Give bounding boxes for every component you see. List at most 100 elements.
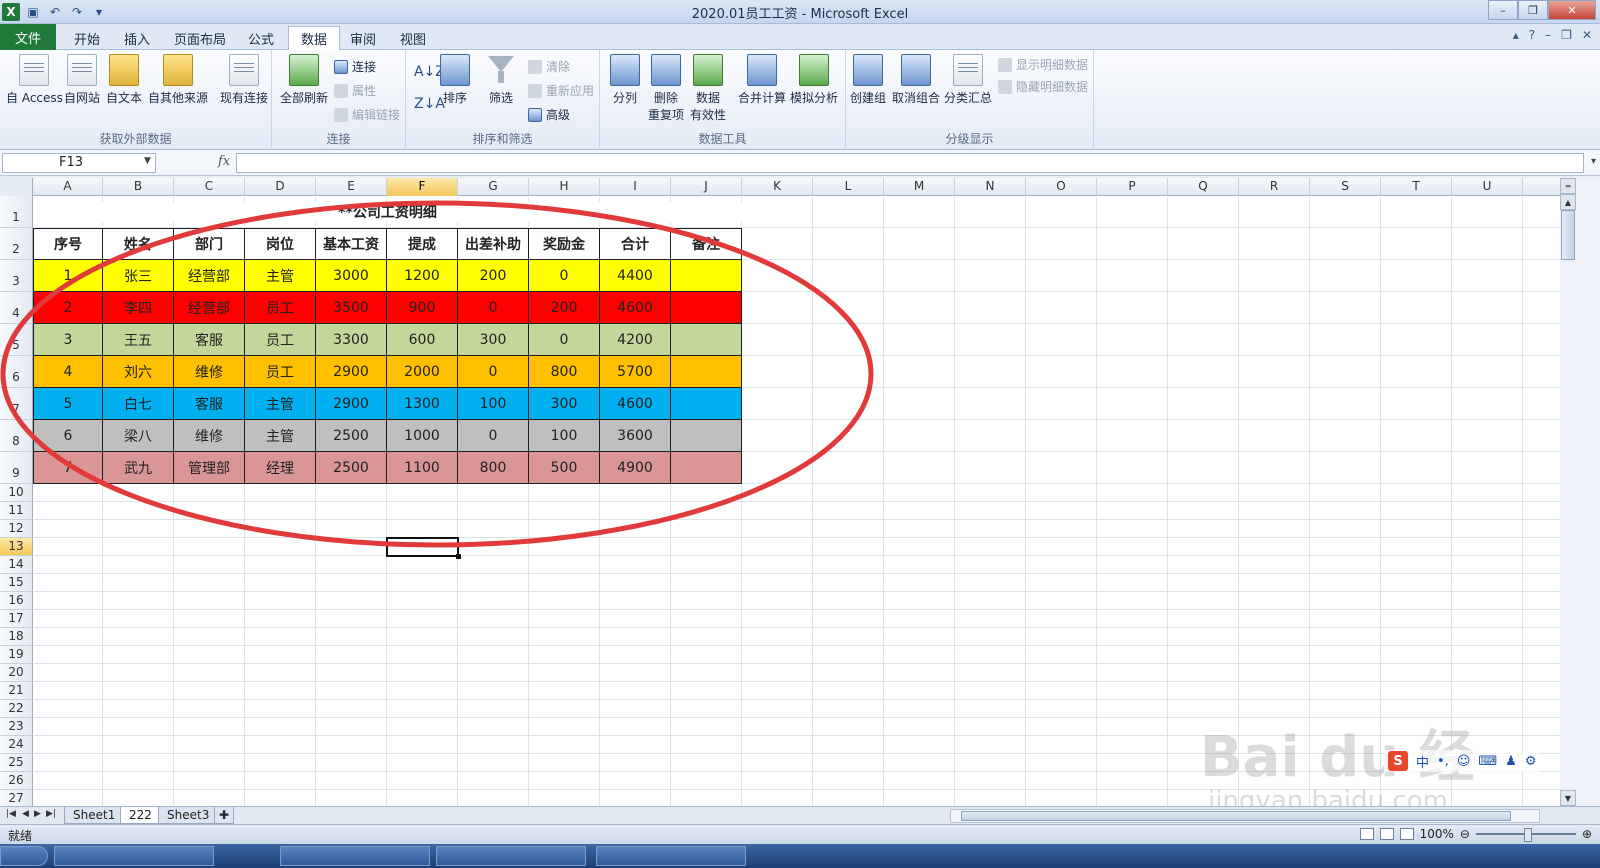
restore-button[interactable]: ❐	[1518, 0, 1548, 20]
existing-connections-icon	[229, 54, 259, 86]
minimize-ribbon-icon[interactable]: ▴	[1513, 28, 1519, 42]
ungroup-button[interactable]: 取消组合	[892, 54, 940, 107]
existing-connections-button[interactable]: 现有连接	[220, 54, 268, 107]
edit-links-icon	[334, 107, 348, 122]
doc-minimize-icon[interactable]: –	[1545, 28, 1551, 42]
sogou-ime-icon[interactable]: S	[1388, 751, 1408, 771]
scroll-up-icon[interactable]: ▲	[1560, 194, 1576, 210]
tab-page-layout[interactable]: 页面布局	[162, 26, 238, 50]
horizontal-scrollbar[interactable]	[950, 809, 1540, 823]
group-label: 分级显示	[945, 132, 994, 146]
formula-input[interactable]	[236, 153, 1584, 173]
what-if-icon	[799, 54, 829, 86]
next-sheet-icon[interactable]: ▶	[34, 809, 41, 819]
sort-button[interactable]: 排序	[440, 54, 470, 107]
text-to-columns-button[interactable]: 分列	[610, 54, 640, 107]
subtotal-button[interactable]: 分类汇总	[944, 54, 992, 107]
sheet-tab-sheet3[interactable]: Sheet3	[158, 807, 219, 824]
ime-keyboard-icon[interactable]: ⌨	[1478, 754, 1497, 769]
from-other-sources-button[interactable]: 自其他来源	[148, 54, 208, 107]
vertical-scrollbar[interactable]: ═ ▲ ▼	[1560, 178, 1600, 806]
expand-formula-icon[interactable]: ▾	[1591, 156, 1596, 167]
from-text-button[interactable]: 自文本	[106, 54, 142, 107]
name-box[interactable]: F13	[2, 153, 156, 173]
group-outline: 创建组 取消组合 分类汇总 显示明细数据 隐藏明细数据 分级显示	[846, 50, 1094, 150]
prev-sheet-icon[interactable]: ◀	[22, 809, 29, 819]
tab-review[interactable]: 审阅	[338, 26, 388, 50]
start-button[interactable]	[0, 846, 48, 866]
data-validation-button[interactable]: 数据 有效性	[690, 54, 726, 124]
insert-sheet-icon[interactable]: ✚	[214, 807, 235, 824]
hide-detail-button[interactable]: 隐藏明细数据	[998, 78, 1088, 95]
from-access-button[interactable]: 自 Access	[6, 54, 63, 107]
sheet-tab-sheet1[interactable]: Sheet1	[64, 807, 125, 824]
hide-detail-icon	[998, 79, 1012, 94]
ime-skin-icon[interactable]: ♟	[1505, 754, 1517, 769]
filter-button[interactable]: 筛选	[486, 54, 516, 107]
group-button[interactable]: 创建组	[850, 54, 886, 107]
ime-settings-icon[interactable]: ⚙	[1525, 754, 1537, 769]
page-break-view-icon[interactable]	[1399, 828, 1414, 840]
zoom-out-icon[interactable]: ⊖	[1460, 827, 1470, 841]
group-connections: 全部刷新 连接 属性 编辑链接 连接	[272, 50, 406, 150]
zoom-slider[interactable]	[1475, 828, 1576, 842]
help-icon[interactable]: ?	[1529, 28, 1535, 42]
status-bar: 就绪 100% ⊖ ⊕	[0, 824, 1600, 844]
tab-data[interactable]: 数据	[288, 26, 341, 50]
scroll-thumb[interactable]	[1561, 210, 1575, 260]
tab-formulas[interactable]: 公式	[236, 26, 286, 50]
window-controls: – ❐ ✕	[1488, 0, 1596, 20]
edit-links-button[interactable]: 编辑链接	[334, 106, 400, 123]
status-ready: 就绪	[8, 829, 33, 843]
page-layout-view-icon[interactable]	[1379, 828, 1394, 840]
title-bar: X ▣ ↶ ↷ ▾ 2020.01员工工资 - Microsoft Excel …	[0, 0, 1600, 24]
access-icon	[19, 54, 50, 86]
connections-button[interactable]: 连接	[334, 58, 376, 75]
show-detail-button[interactable]: 显示明细数据	[998, 56, 1088, 73]
refresh-all-button[interactable]: 全部刷新	[280, 54, 328, 107]
tab-insert[interactable]: 插入	[112, 26, 162, 50]
consolidate-button[interactable]: 合并计算	[738, 54, 786, 107]
clear-button[interactable]: 清除	[528, 58, 570, 75]
first-sheet-icon[interactable]: |◀	[6, 809, 16, 819]
group-icon	[853, 54, 883, 86]
remove-duplicates-icon	[651, 54, 681, 86]
doc-restore-icon[interactable]: ❐	[1561, 28, 1572, 42]
ime-chinese-mode[interactable]: 中	[1416, 752, 1429, 771]
show-detail-icon	[998, 57, 1012, 72]
scroll-down-icon[interactable]: ▼	[1560, 790, 1576, 806]
what-if-analysis-button[interactable]: 模拟分析	[790, 54, 838, 107]
zoom-in-icon[interactable]: ⊕	[1582, 827, 1592, 841]
last-sheet-icon[interactable]: ▶|	[46, 809, 56, 819]
normal-view-icon[interactable]	[1359, 828, 1374, 840]
zoom-level[interactable]: 100%	[1420, 827, 1454, 841]
connections-icon	[334, 59, 348, 74]
data-validation-icon	[693, 54, 723, 86]
insert-function-icon[interactable]: fx	[218, 154, 230, 169]
name-box-dropdown-icon[interactable]: ▼	[144, 156, 151, 166]
horizontal-scroll-thumb[interactable]	[961, 811, 1511, 821]
ime-emoji-icon[interactable]: ☺	[1457, 754, 1471, 769]
tab-home[interactable]: 开始	[62, 26, 112, 50]
subtotal-icon	[953, 54, 983, 86]
doc-close-icon[interactable]: ✕	[1582, 28, 1592, 42]
zoom-controls: 100% ⊖ ⊕	[1359, 827, 1592, 842]
taskbar-item[interactable]	[280, 846, 430, 866]
minimize-button[interactable]: –	[1488, 0, 1518, 20]
ribbon: 自 Access 自网站 自文本 自其他来源 现有连接 获取外部数据 全部刷新 …	[0, 50, 1600, 150]
properties-button[interactable]: 属性	[334, 82, 376, 99]
ime-punctuation-icon[interactable]: •,	[1437, 754, 1449, 769]
tab-view[interactable]: 视图	[388, 26, 438, 50]
sheet-tab-222[interactable]: 222	[120, 807, 161, 824]
tab-file[interactable]: 文件	[0, 24, 56, 50]
clear-icon	[528, 59, 542, 74]
remove-duplicates-button[interactable]: 删除 重复项	[648, 54, 684, 124]
advanced-filter-button[interactable]: 高级	[528, 106, 570, 123]
reapply-button[interactable]: 重新应用	[528, 82, 594, 99]
close-button[interactable]: ✕	[1548, 0, 1596, 20]
taskbar-item[interactable]	[54, 846, 214, 866]
split-handle-icon[interactable]: ═	[1560, 178, 1576, 194]
taskbar-item[interactable]	[436, 846, 586, 866]
taskbar-item[interactable]	[596, 846, 746, 866]
from-web-button[interactable]: 自网站	[64, 54, 100, 107]
